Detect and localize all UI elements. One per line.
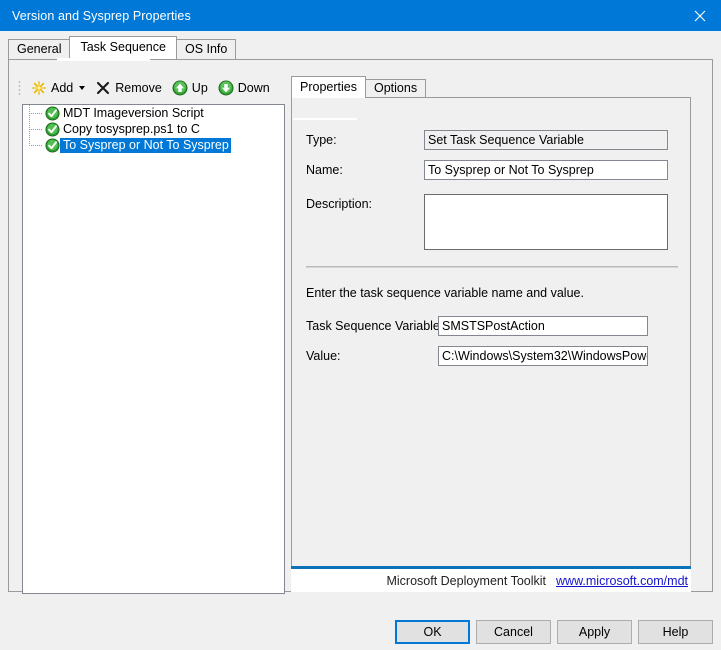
main-tab-strip: General Task Sequence OS Info	[8, 36, 713, 59]
list-item[interactable]: Copy tosysprep.ps1 to C	[23, 121, 284, 137]
apply-button[interactable]: Apply	[557, 620, 632, 644]
type-row: Type: Set Task Sequence Variable	[306, 130, 668, 150]
move-down-button[interactable]: Down	[214, 77, 274, 99]
value-label: Value:	[306, 349, 341, 363]
task-sequence-tree[interactable]: MDT Imageversion Script Copy tosysprep.p…	[22, 104, 285, 594]
active-tab-seam	[57, 58, 150, 61]
help-button[interactable]: Help	[638, 620, 713, 644]
title-bar: Version and Sysprep Properties	[0, 0, 721, 31]
green-check-icon	[45, 105, 60, 121]
window-title: Version and Sysprep Properties	[12, 8, 191, 23]
arrow-down-circle-icon	[218, 80, 234, 96]
description-field[interactable]	[424, 194, 668, 250]
add-button[interactable]: Add	[27, 77, 89, 99]
task-sequence-variable-field[interactable]: SMSTSPostAction	[438, 316, 648, 336]
section-divider	[306, 266, 678, 268]
name-label: Name:	[306, 163, 343, 177]
close-icon	[694, 10, 705, 21]
tab-general[interactable]: General	[8, 39, 71, 59]
tree-connector	[25, 121, 45, 137]
list-item-label: Copy tosysprep.ps1 to C	[63, 121, 200, 136]
chevron-down-icon[interactable]	[79, 86, 86, 90]
arrow-up-circle-icon	[172, 80, 188, 96]
branding-link[interactable]: www.microsoft.com/mdt	[556, 574, 688, 588]
value-field[interactable]: C:\Windows\System32\WindowsPowerShell\v1…	[438, 346, 648, 366]
toolbar-grip	[18, 80, 21, 96]
description-row: Description:	[306, 194, 668, 250]
window-controls	[678, 0, 721, 31]
task-sequence-variable-label: Task Sequence Variable:	[306, 319, 444, 333]
list-item-label: MDT Imageversion Script	[63, 105, 204, 120]
branding-text: Microsoft Deployment Toolkit	[386, 573, 547, 588]
add-star-icon	[32, 81, 46, 95]
sequence-toolbar: Add Remove Up Down	[18, 76, 286, 100]
details-tab-panel: Type: Set Task Sequence Variable Name: T…	[291, 97, 691, 581]
tree-connector	[25, 137, 45, 153]
tree-connector	[25, 105, 45, 121]
variable-hint: Enter the task sequence variable name an…	[306, 286, 584, 300]
details-tab-strip: Properties Options	[291, 76, 691, 98]
move-up-button[interactable]: Up	[168, 77, 212, 99]
ok-button[interactable]: OK	[395, 620, 470, 644]
details-pane: Properties Options Type: Set Task Sequen…	[291, 76, 691, 581]
remove-button-label: Remove	[115, 81, 162, 95]
type-label: Type:	[306, 133, 337, 147]
cancel-button[interactable]: Cancel	[476, 620, 551, 644]
value-row: Value: C:\Windows\System32\WindowsPowerS…	[306, 346, 648, 366]
branding-strip: Microsoft Deployment Toolkit www.microso…	[291, 569, 691, 592]
tab-os-info[interactable]: OS Info	[175, 39, 237, 59]
list-item[interactable]: MDT Imageversion Script	[23, 105, 284, 121]
dialog-button-row: OK Cancel Apply Help	[395, 620, 713, 644]
task-sequence-variable-row: Task Sequence Variable: SMSTSPostAction	[306, 316, 648, 336]
name-field[interactable]: To Sysprep or Not To Sysprep	[424, 160, 668, 180]
branding-footer: Microsoft Deployment Toolkit www.microso…	[291, 566, 691, 592]
add-button-label: Add	[51, 81, 74, 95]
remove-button[interactable]: Remove	[91, 77, 166, 99]
tab-properties[interactable]: Properties	[291, 76, 366, 98]
green-check-icon	[45, 137, 60, 153]
green-check-icon	[45, 121, 60, 137]
remove-x-icon	[97, 81, 110, 95]
tab-task-sequence[interactable]: Task Sequence	[69, 36, 177, 59]
type-field: Set Task Sequence Variable	[424, 130, 668, 150]
name-row: Name: To Sysprep or Not To Sysprep	[306, 160, 668, 180]
details-active-tab-seam	[293, 118, 357, 120]
move-up-button-label: Up	[191, 81, 208, 95]
list-item-label: To Sysprep or Not To Sysprep	[60, 137, 231, 153]
description-label: Description:	[306, 197, 372, 211]
dialog-window: Version and Sysprep Properties General T…	[0, 0, 721, 650]
list-item-selected[interactable]: To Sysprep or Not To Sysprep	[23, 137, 284, 153]
tab-options[interactable]: Options	[364, 79, 427, 98]
move-down-button-label: Down	[237, 81, 270, 95]
close-button[interactable]	[678, 0, 721, 31]
